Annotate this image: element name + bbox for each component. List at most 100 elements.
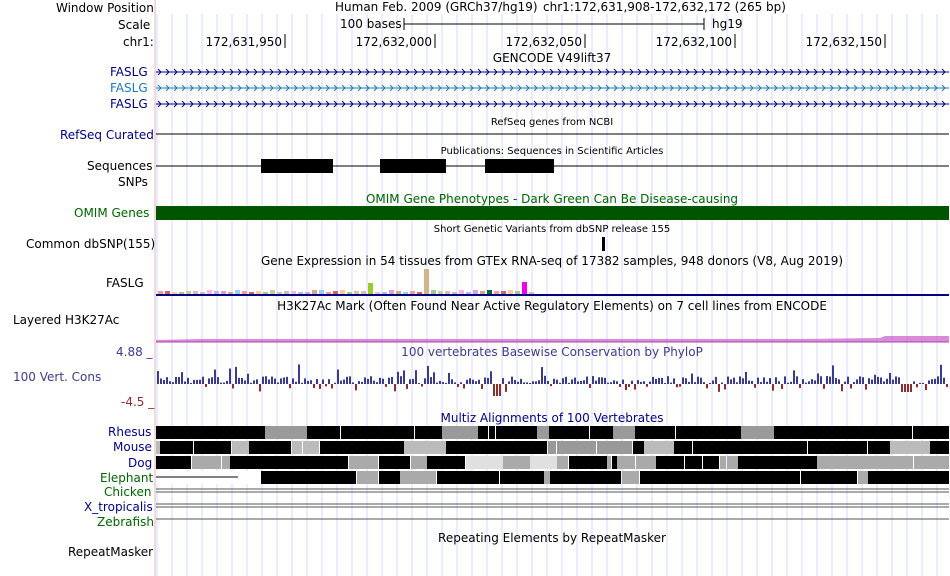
phylop-bar <box>367 378 369 384</box>
gencode-gene-label-2[interactable]: FASLG <box>110 81 148 95</box>
multiz-alignment-block <box>156 441 160 454</box>
phylop-bar <box>760 382 762 384</box>
conservation-track-label[interactable]: 100 Vert. Cons <box>13 370 101 384</box>
phylop-bar <box>745 371 747 384</box>
ruler-tick-label: 172,632,000 <box>355 35 432 49</box>
multiz-alignment-block <box>357 471 378 484</box>
gtex-tissue-bar <box>270 290 275 294</box>
phylop-bar <box>523 382 525 384</box>
phylop-bar <box>943 377 945 384</box>
phylop-bar <box>247 373 249 384</box>
phylop-bar <box>262 376 264 384</box>
phylop-bar <box>472 379 474 384</box>
phylop-bar <box>340 380 342 384</box>
phylop-bar <box>223 382 225 384</box>
publication-match-block <box>261 159 333 173</box>
dbsnp-track-label[interactable]: Common dbSNP(155) <box>26 237 155 251</box>
h3k27ac-track-title: H3K27Ac Mark (Often Found Near Active Re… <box>277 299 827 313</box>
phylop-bar <box>742 378 744 384</box>
phylop-bar <box>718 384 720 392</box>
gtex-tissue-bar <box>305 292 310 294</box>
phylop-bar <box>244 380 246 384</box>
multiz-alignment-block <box>569 456 607 469</box>
multiz-species-dog[interactable]: Dog <box>128 456 152 470</box>
phylop-bar <box>889 372 891 384</box>
phylop-bar <box>436 382 438 384</box>
multiz-species-chicken[interactable]: Chicken <box>104 485 151 499</box>
phylop-bar <box>385 384 387 387</box>
phylop-bar <box>199 379 201 384</box>
multiz-alignment-block <box>801 471 831 484</box>
phylop-bar <box>880 377 882 384</box>
multiz-alignment-block <box>232 441 249 454</box>
gtex-tissue-bar <box>382 292 387 294</box>
repeatmasker-track-label[interactable]: RepeatMasker <box>68 545 153 559</box>
phylop-bar <box>808 381 810 384</box>
gtex-track-label[interactable]: FASLG <box>106 276 144 290</box>
multiz-alignment-block <box>691 471 700 484</box>
snps-track-label[interactable]: SNPs <box>118 175 148 189</box>
publications-track-label[interactable]: Sequences <box>87 159 152 173</box>
multiz-alignment-block <box>831 471 857 484</box>
multiz-alignment-block <box>249 441 291 454</box>
gtex-tissue-bar <box>480 291 485 294</box>
phylop-bar <box>871 379 873 384</box>
phylop-bar <box>181 372 183 384</box>
phylop-bar <box>241 377 243 384</box>
gtex-tissue-bar <box>515 291 520 294</box>
phylop-bar <box>499 384 501 396</box>
phylop-bar <box>535 381 537 384</box>
phylop-bar <box>604 377 606 384</box>
gtex-tissue-bar <box>368 283 373 294</box>
phylop-bar <box>655 378 657 384</box>
gtex-tissue-bar <box>312 290 317 294</box>
phylop-bar <box>430 377 432 384</box>
omim-track-label[interactable]: OMIM Genes <box>74 206 149 220</box>
phylop-bar <box>400 376 402 384</box>
phylop-bar <box>292 378 294 384</box>
refseq-track-title: RefSeq genes from NCBI <box>490 117 614 128</box>
phylop-bar <box>382 378 384 384</box>
h3k27ac-track-label[interactable]: Layered H3K27Ac <box>13 313 119 327</box>
multiz-species-mouse[interactable]: Mouse <box>113 440 152 454</box>
phylop-bar <box>457 384 459 387</box>
multiz-track-title: Multiz Alignments of 100 Vertebrates <box>440 411 664 425</box>
phylop-bar <box>715 376 717 384</box>
multiz-species-elephant[interactable]: Elephant <box>100 471 153 485</box>
gencode-track-title: GENCODE V49lift37 <box>492 51 612 65</box>
phylop-bar <box>568 382 570 384</box>
phylop-bar <box>331 384 333 389</box>
multiz-alignment-block <box>674 441 692 454</box>
multiz-alignment-block <box>530 456 557 469</box>
multiz-alignment-block <box>190 426 229 439</box>
phylop-bar <box>589 384 591 388</box>
refseq-track-label[interactable]: RefSeq Curated <box>60 128 154 142</box>
gtex-tissue-bar <box>186 291 191 294</box>
gencode-gene-label-3[interactable]: FASLG <box>110 97 148 111</box>
gtex-tissue-bar <box>417 292 422 294</box>
multiz-alignment-block <box>588 471 621 484</box>
multiz-alignment-block <box>930 441 948 454</box>
multiz-alignment-block <box>812 456 817 469</box>
phylop-bar <box>661 377 663 384</box>
multiz-alignment-block <box>294 471 336 484</box>
scale-text: 100 bases <box>340 17 402 31</box>
multiz-alignment-block <box>265 426 307 439</box>
phylop-bar <box>403 370 405 384</box>
phylop-bar <box>787 382 789 384</box>
phylop-bar <box>676 384 678 388</box>
phylop-bar <box>394 384 396 392</box>
phylop-bar <box>658 377 660 384</box>
phylop-bar <box>730 379 732 384</box>
phylop-bar <box>583 380 585 384</box>
phylop-bar <box>874 374 876 384</box>
multiz-species-rhesus[interactable]: Rhesus <box>108 425 151 439</box>
gencode-gene-label-1[interactable]: FASLG <box>110 65 148 79</box>
phylop-bar <box>268 379 270 384</box>
gtex-tissue-bar <box>172 292 177 294</box>
multiz-alignment-block <box>427 456 465 469</box>
multiz-species-zebrafish[interactable]: Zebrafish <box>97 515 154 529</box>
multiz-alignment-block <box>192 456 221 469</box>
multiz-species-xtropicalis[interactable]: X_tropicalis <box>84 500 153 514</box>
multiz-alignment-block <box>617 456 635 469</box>
